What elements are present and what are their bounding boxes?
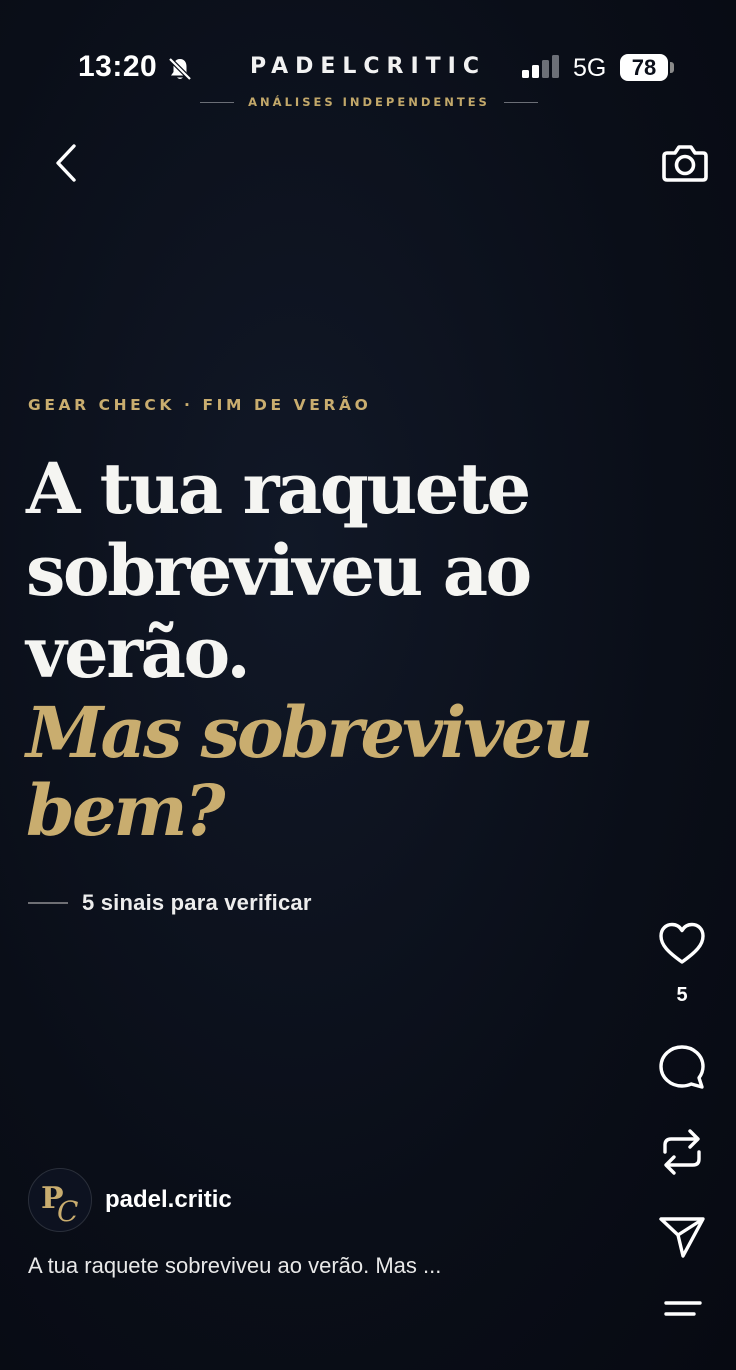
status-time: 13:20 — [78, 50, 158, 83]
signal-icon — [522, 55, 559, 78]
battery-indicator: 78 — [620, 54, 668, 81]
heart-icon — [659, 922, 705, 964]
post-screen: 13:20 PADELCRITIC ANÁLISES INDEPENDENTES… — [0, 0, 736, 1370]
bell-slash-icon — [168, 57, 192, 81]
post-subline-row: 5 sinais para verificar — [28, 890, 312, 916]
menu-icon — [664, 1301, 702, 1316]
brand-name: PADELCRITIC — [249, 54, 487, 79]
comment-button[interactable] — [656, 1042, 708, 1094]
camera-button[interactable] — [660, 138, 710, 188]
post-headline-accent: Mas sobreviveu bem? — [26, 691, 593, 852]
svg-text:C: C — [57, 1195, 78, 1228]
battery-tip — [670, 62, 674, 73]
network-label: 5G — [573, 54, 607, 82]
chevron-left-icon — [56, 144, 76, 182]
post-headline: A tua raquete sobreviveu ao verão. — [26, 447, 532, 694]
repost-button[interactable] — [656, 1126, 708, 1178]
comment-icon — [659, 1045, 705, 1089]
repost-icon — [663, 1129, 701, 1175]
post-eyebrow: GEAR CHECK · FIM DE VERÃO — [28, 396, 372, 414]
brand-tagline: ANÁLISES INDEPENDENTES — [248, 95, 490, 109]
like-button[interactable] — [656, 918, 708, 970]
share-button[interactable] — [656, 1210, 708, 1262]
avatar[interactable]: P C — [28, 1168, 92, 1232]
post-caption[interactable]: A tua raquete sobreviveu ao verão. Mas .… — [28, 1253, 628, 1279]
menu-button[interactable] — [656, 1288, 708, 1328]
author-username[interactable]: padel.critic — [105, 1186, 232, 1214]
camera-icon — [662, 145, 708, 182]
divider — [200, 101, 235, 103]
padelcritic-logo: P C — [41, 1181, 78, 1228]
back-button[interactable] — [48, 140, 88, 186]
like-count: 5 — [676, 984, 688, 1006]
divider — [503, 101, 538, 103]
post-subline: 5 sinais para verificar — [82, 890, 312, 915]
brand-tagline-row: ANÁLISES INDEPENDENTES — [194, 94, 544, 110]
divider — [28, 902, 68, 904]
send-icon — [659, 1217, 705, 1258]
